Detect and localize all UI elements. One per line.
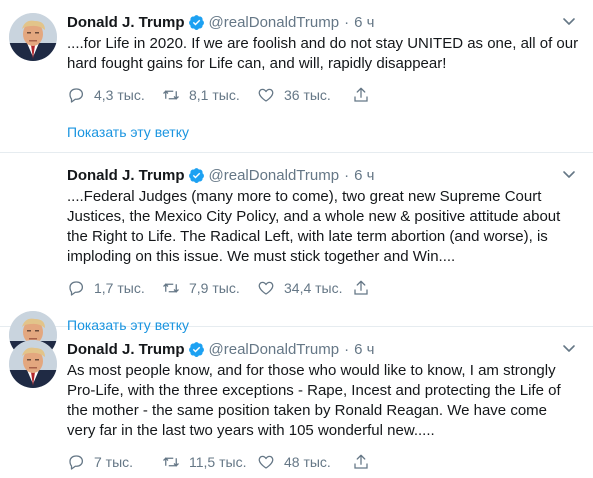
tweet-feed: Donald J. Trump @realDonaldTrump · 6 ч .… [0, 0, 593, 478]
tweet-actions: 7 тыс. 11,5 тыс. 48 тыс. [67, 452, 579, 472]
reply-button[interactable]: 7 тыс. [67, 453, 162, 471]
retweet-button[interactable]: 11,5 тыс. [162, 453, 257, 471]
heart-icon [258, 455, 274, 469]
like-button[interactable]: 36 тыс. [257, 86, 352, 104]
retweet-count: 11,5 тыс. [189, 454, 247, 470]
tweet-text: ....for Life in 2020. If we are foolish … [67, 35, 579, 72]
tweet-actions: 4,3 тыс. 8,1 тыс. 36 тыс. [67, 85, 579, 105]
reply-button[interactable]: 4,3 тыс. [67, 86, 162, 104]
reply-count: 4,3 тыс. [94, 87, 145, 103]
timestamp[interactable]: 6 ч [354, 341, 374, 358]
share-icon [354, 87, 368, 102]
author-handle[interactable]: @realDonaldTrump [209, 167, 340, 184]
chevron-down-icon[interactable] [561, 13, 577, 29]
verified-badge-icon [188, 14, 204, 30]
separator-dot: · [344, 166, 350, 184]
retweet-button[interactable]: 7,9 тыс. [162, 279, 257, 297]
heart-icon [258, 88, 274, 102]
reply-icon [69, 455, 84, 470]
separator-dot: · [344, 13, 350, 31]
tweet[interactable]: Donald J. Trump @realDonaldTrump · 6 ч .… [0, 153, 593, 359]
share-icon [354, 280, 368, 295]
author-name[interactable]: Donald J. Trump [67, 341, 185, 358]
retweet-count: 7,9 тыс. [189, 280, 240, 296]
show-thread-link[interactable]: Показать эту ветку [67, 124, 579, 140]
like-count: 34,4 тыс. [284, 280, 343, 296]
author-handle[interactable]: @realDonaldTrump [209, 14, 340, 31]
reply-button[interactable]: 1,7 тыс. [67, 279, 162, 297]
share-button[interactable] [352, 86, 379, 104]
reply-count: 1,7 тыс. [94, 280, 145, 296]
verified-badge-icon [188, 167, 204, 183]
author-handle[interactable]: @realDonaldTrump [209, 341, 340, 358]
like-button[interactable]: 34,4 тыс. [257, 279, 352, 297]
heart-icon [258, 281, 274, 295]
verified-badge-icon [188, 341, 204, 357]
tweet-actions: 1,7 тыс. 7,9 тыс. 34,4 тыс. [67, 278, 579, 298]
author-name[interactable]: Donald J. Trump [67, 14, 185, 31]
retweet-count: 8,1 тыс. [189, 87, 240, 103]
chevron-down-icon[interactable] [561, 166, 577, 182]
tweet-text: ....Federal Judges (many more to come), … [67, 188, 561, 265]
retweet-button[interactable]: 8,1 тыс. [162, 86, 257, 104]
tweet-text: As most people know, and for those who w… [67, 362, 561, 439]
tweet[interactable]: Donald J. Trump @realDonaldTrump · 6 ч A… [0, 327, 593, 478]
share-button[interactable] [352, 279, 379, 297]
reply-icon [69, 281, 84, 296]
like-count: 48 тыс. [284, 454, 331, 470]
chevron-down-icon[interactable] [561, 340, 577, 356]
separator-dot: · [344, 340, 350, 358]
like-count: 36 тыс. [284, 87, 331, 103]
author-name[interactable]: Donald J. Trump [67, 167, 185, 184]
retweet-icon [163, 283, 179, 293]
avatar[interactable] [9, 13, 57, 61]
avatar[interactable] [9, 340, 57, 388]
reply-icon [69, 88, 84, 103]
reply-count: 7 тыс. [94, 454, 134, 470]
timestamp[interactable]: 6 ч [354, 14, 374, 31]
timestamp[interactable]: 6 ч [354, 167, 374, 184]
share-icon [354, 454, 368, 469]
retweet-icon [163, 457, 179, 467]
tweet[interactable]: Donald J. Trump @realDonaldTrump · 6 ч .… [0, 0, 593, 153]
like-button[interactable]: 48 тыс. [257, 453, 352, 471]
share-button[interactable] [352, 453, 379, 471]
retweet-icon [163, 90, 179, 100]
